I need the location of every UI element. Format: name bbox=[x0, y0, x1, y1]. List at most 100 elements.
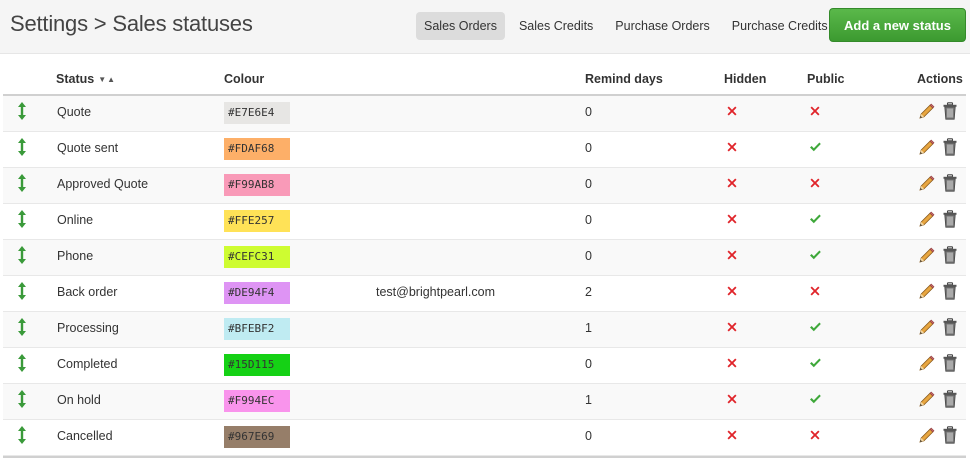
remind-days-value: 0 bbox=[585, 357, 592, 371]
trash-icon[interactable] bbox=[943, 390, 957, 408]
table-row: Phone #CEFC31 0 bbox=[3, 240, 966, 276]
colour-swatch: #15D115 bbox=[224, 354, 290, 376]
drag-handle-icon[interactable] bbox=[17, 282, 27, 300]
drag-handle-icon[interactable] bbox=[17, 354, 27, 372]
drag-handle-icon[interactable] bbox=[17, 318, 27, 336]
pencil-icon[interactable] bbox=[918, 391, 935, 408]
status-name: Back order bbox=[57, 285, 118, 299]
red-cross-icon bbox=[727, 250, 737, 260]
pencil-icon[interactable] bbox=[918, 247, 935, 264]
sort-icon[interactable]: ▼▲ bbox=[98, 75, 116, 84]
trash-icon[interactable] bbox=[943, 138, 957, 156]
red-cross-icon bbox=[727, 430, 737, 440]
colour-swatch: #967E69 bbox=[224, 426, 290, 448]
colour-swatch: #BFEBF2 bbox=[224, 318, 290, 340]
status-name: Online bbox=[57, 213, 94, 227]
status-name: Approved Quote bbox=[57, 177, 149, 191]
table-row: Processing #BFEBF2 1 bbox=[3, 312, 966, 348]
tab-sales-credits[interactable]: Sales Credits bbox=[511, 12, 601, 40]
drag-handle-icon[interactable] bbox=[17, 210, 27, 228]
drag-handle-icon[interactable] bbox=[17, 246, 27, 264]
green-check-icon bbox=[810, 250, 821, 260]
pencil-icon[interactable] bbox=[918, 355, 935, 372]
trash-icon[interactable] bbox=[943, 210, 957, 228]
colour-swatch: #F994EC bbox=[224, 390, 290, 412]
trash-icon[interactable] bbox=[943, 318, 957, 336]
green-check-icon bbox=[810, 394, 821, 404]
pencil-icon[interactable] bbox=[918, 139, 935, 156]
pencil-icon[interactable] bbox=[918, 211, 935, 228]
drag-handle-icon[interactable] bbox=[17, 426, 27, 444]
column-header-status[interactable]: Status ▼▲ bbox=[56, 72, 116, 86]
red-cross-icon bbox=[810, 178, 820, 188]
statuses-table: Status ▼▲ Colour Remind days Hidden Publi… bbox=[3, 60, 966, 456]
tab-purchase-credits[interactable]: Purchase Credits bbox=[724, 12, 836, 40]
remind-days-value: 1 bbox=[585, 321, 592, 335]
column-header-colour: Colour bbox=[224, 72, 265, 86]
add-new-status-button[interactable]: Add a new status bbox=[829, 8, 966, 42]
trash-icon[interactable] bbox=[943, 354, 957, 372]
trash-icon[interactable] bbox=[943, 246, 957, 264]
drag-handle-icon[interactable] bbox=[17, 174, 27, 192]
drag-handle-icon[interactable] bbox=[17, 102, 27, 120]
table-bottom-border bbox=[3, 456, 966, 458]
red-cross-icon bbox=[810, 430, 820, 440]
colour-swatch: #F99AB8 bbox=[224, 174, 290, 196]
pencil-icon[interactable] bbox=[918, 319, 935, 336]
colour-swatch: #E7E6E4 bbox=[224, 102, 290, 124]
drag-handle-icon[interactable] bbox=[17, 138, 27, 156]
green-check-icon bbox=[810, 214, 821, 224]
pencil-icon[interactable] bbox=[918, 427, 935, 444]
column-header-remind-days: Remind days bbox=[585, 72, 663, 86]
table-row: Cancelled #967E69 0 bbox=[3, 420, 966, 456]
red-cross-icon bbox=[727, 322, 737, 332]
page-title: Settings > Sales statuses bbox=[10, 11, 253, 36]
table-header: Status ▼▲ Colour Remind days Hidden Publi… bbox=[3, 60, 966, 96]
status-name: Completed bbox=[57, 357, 118, 371]
table-row: Completed #15D115 0 bbox=[3, 348, 966, 384]
drag-handle-icon[interactable] bbox=[17, 390, 27, 408]
colour-swatch: #FDAF68 bbox=[224, 138, 290, 160]
table-row: Back order #DE94F4 test@brightpearl.com … bbox=[3, 276, 966, 312]
trash-icon[interactable] bbox=[943, 174, 957, 192]
status-name: Phone bbox=[57, 249, 94, 263]
status-name: Quote sent bbox=[57, 141, 119, 155]
green-check-icon bbox=[810, 142, 821, 152]
colour-swatch: #DE94F4 bbox=[224, 282, 290, 304]
status-name: On hold bbox=[57, 393, 101, 407]
column-header-hidden: Hidden bbox=[724, 72, 767, 86]
red-cross-icon bbox=[727, 178, 737, 188]
trash-icon[interactable] bbox=[943, 426, 957, 444]
remind-days-value: 0 bbox=[585, 105, 592, 119]
trash-icon[interactable] bbox=[943, 102, 957, 120]
status-name: Processing bbox=[57, 321, 119, 335]
table-body: Quote #E7E6E4 0 Quote sent #FDAF68 0 App… bbox=[3, 96, 966, 456]
remind-days-value: 0 bbox=[585, 141, 592, 155]
trash-icon[interactable] bbox=[943, 282, 957, 300]
table-row: Online #FFE257 0 bbox=[3, 204, 966, 240]
red-cross-icon bbox=[810, 286, 820, 296]
colour-swatch: #CEFC31 bbox=[224, 246, 290, 268]
remind-days-value: 0 bbox=[585, 177, 592, 191]
tab-purchase-orders[interactable]: Purchase Orders bbox=[607, 12, 717, 40]
pencil-icon[interactable] bbox=[918, 283, 935, 300]
red-cross-icon bbox=[810, 106, 820, 116]
status-name: Cancelled bbox=[57, 429, 113, 443]
remind-days-value: 0 bbox=[585, 213, 592, 227]
table-row: On hold #F994EC 1 bbox=[3, 384, 966, 420]
tab-sales-orders[interactable]: Sales Orders bbox=[416, 12, 505, 40]
colour-swatch: #FFE257 bbox=[224, 210, 290, 232]
table-row: Approved Quote #F99AB8 0 bbox=[3, 168, 966, 204]
red-cross-icon bbox=[727, 358, 737, 368]
pencil-icon[interactable] bbox=[918, 175, 935, 192]
pencil-icon[interactable] bbox=[918, 103, 935, 120]
status-type-tabs: Sales Orders Sales Credits Purchase Orde… bbox=[416, 12, 842, 40]
table-row: Quote sent #FDAF68 0 bbox=[3, 132, 966, 168]
notification-email: test@brightpearl.com bbox=[376, 285, 495, 299]
status-name: Quote bbox=[57, 105, 92, 119]
red-cross-icon bbox=[727, 106, 737, 116]
red-cross-icon bbox=[727, 142, 737, 152]
green-check-icon bbox=[810, 322, 821, 332]
red-cross-icon bbox=[727, 214, 737, 224]
column-header-actions: Actions bbox=[917, 72, 963, 86]
